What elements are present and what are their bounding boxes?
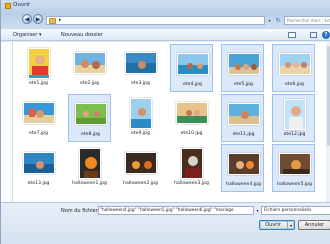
file-name: halloween1.jpg [72,181,107,186]
command-toolbar: Organiser ▾ Nouveau dossier ? [1,28,330,41]
file-name: ete12.jpg [283,132,306,137]
file-item[interactable]: ete10.jpg [170,94,213,142]
navigation-pane[interactable] [1,42,13,202]
file-item[interactable]: ete13.jpg [17,144,60,192]
address-field[interactable]: ▸ [46,16,265,25]
thumbnail-image [277,148,312,180]
help-icon[interactable]: ? [322,31,330,39]
vertical-scrollbar[interactable] [326,42,330,202]
forward-button[interactable]: ▶ [33,14,43,24]
thumbnail-image [72,47,107,79]
thumbnail-image [175,48,210,80]
new-folder-button[interactable]: Nouveau dossier [61,32,103,38]
refresh-button[interactable]: ↻ [274,16,282,25]
address-dropdown-button[interactable]: ▾ [266,16,273,25]
file-item[interactable]: halloween3.jpg [170,144,213,192]
file-name: ete2.jpg [80,81,99,86]
file-item[interactable]: ete2.jpg [68,44,111,92]
thumbnail-image [21,47,56,79]
filename-input[interactable]: "halloween4.jpg" "halloween5.jpg" "hallo… [98,206,254,215]
file-item[interactable]: ete7.jpg [17,94,60,142]
file-name: ete11.jpg [232,132,255,137]
file-name: ete7.jpg [29,131,48,136]
thumbnail-image [277,98,312,130]
open-dialog: Ouvrir ◀ ▶ ▸ ▾ ↻ Rechercher dans : Ecte.… [0,0,330,244]
organize-button[interactable]: Organiser ▾ [13,32,42,38]
file-name: ete13.jpg [27,181,50,186]
file-item[interactable]: ete4.jpg [170,44,213,92]
address-bar: ◀ ▶ ▸ ▾ ↻ Rechercher dans : Ecte... [1,11,330,27]
file-name: ete10.jpg [180,131,203,136]
file-name: ete3.jpg [131,81,150,86]
file-item[interactable]: halloween4.jpg [221,144,264,192]
folder-icon [49,18,56,24]
file-item[interactable]: ete5.jpg [221,44,264,92]
thumbnail-image [72,147,107,179]
file-name: ete1.jpg [29,81,48,86]
refresh-icon: ↻ [275,17,281,24]
thumbnail-image [123,97,158,129]
back-button[interactable]: ◀ [22,14,32,24]
app-icon [5,3,11,9]
file-item[interactable]: ete6.jpg [272,44,315,92]
next-row-partial [13,194,326,202]
file-name: halloween2.jpg [123,181,158,186]
thumbnail-image [123,47,158,79]
file-item[interactable]: halloween2.jpg [119,144,162,192]
file-item[interactable]: ete3.jpg [119,44,162,92]
file-list: ete1.jpg ete2.jpg ete3.jpg ete4.jpg ete5… [13,42,330,202]
thumbnail-image [226,48,261,80]
thumbnail-image [226,148,261,180]
file-name: halloween4.jpg [226,182,261,187]
cancel-button[interactable]: Annuler [298,220,330,230]
thumbnail-image [226,98,261,130]
thumbnail-image [73,98,108,130]
file-name: ete8.jpg [81,132,100,137]
file-name: halloween3.jpg [174,181,209,186]
file-item[interactable]: halloween1.jpg [68,144,111,192]
thumbnail-image [174,97,209,129]
file-name: ete4.jpg [183,82,202,87]
file-item[interactable]: ete11.jpg [221,94,264,142]
open-dropdown-button[interactable]: ▾ [287,221,294,229]
file-item[interactable]: ete12.jpg [272,94,315,142]
file-item[interactable]: ete1.jpg [17,44,60,92]
thumbnail-image [21,97,56,129]
file-item[interactable]: ete9.jpg [119,94,162,142]
file-name: halloween5.jpg [277,182,312,187]
filename-label: Nom du fichier : [61,208,102,214]
thumbnail-image [174,147,209,179]
breadcrumb-arrow-icon[interactable]: ▸ [59,17,62,23]
thumbnail-image [123,147,158,179]
title-bar: Ouvrir [1,0,330,11]
file-name: ete9.jpg [131,131,150,136]
thumbnail-image [21,147,56,179]
file-item[interactable]: halloween5.jpg [272,144,315,192]
thumbnail-image [277,48,312,80]
search-input[interactable]: Rechercher dans : Ecte... [284,16,330,25]
arrow-right-icon: ▶ [35,15,41,23]
window-title: Ouvrir [13,2,31,8]
file-name: ete5.jpg [234,82,253,87]
arrow-left-icon: ◀ [24,15,30,23]
filename-dropdown-button[interactable]: ▾ [255,206,260,215]
dialog-footer: Nom du fichier : "halloween4.jpg" "hallo… [1,202,330,244]
filetype-select[interactable]: Fichiers personnalisés [261,206,330,215]
view-options-icon[interactable] [288,32,296,38]
file-item[interactable]: ete8.jpg [68,94,111,142]
preview-pane-icon[interactable] [310,32,317,38]
file-name: ete6.jpg [285,82,304,87]
